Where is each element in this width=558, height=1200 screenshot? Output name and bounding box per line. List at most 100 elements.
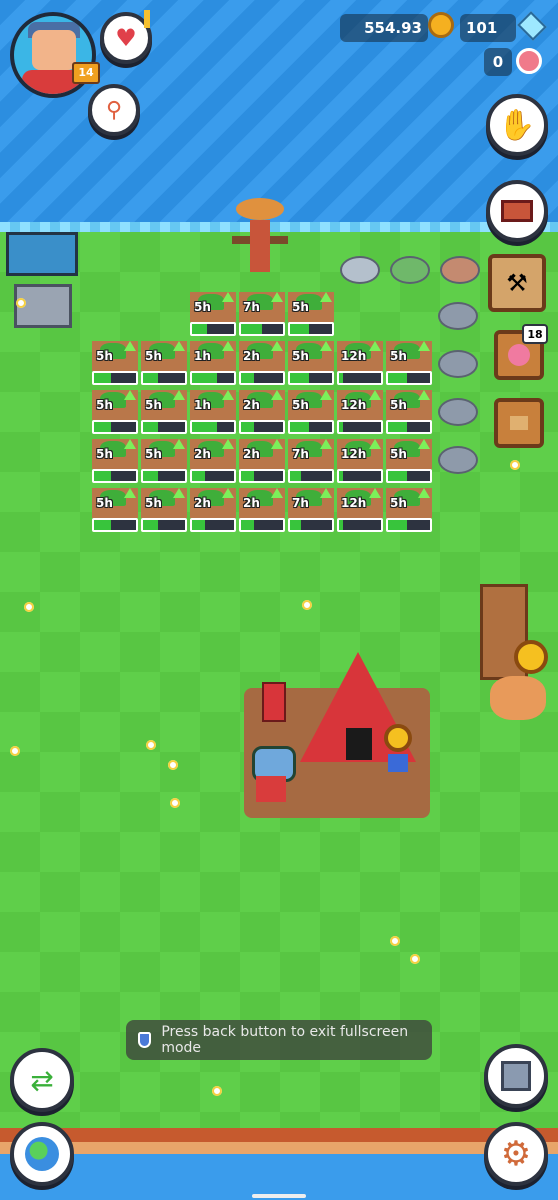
growth-arrow-icon — [222, 488, 234, 498]
stone-rock[interactable] — [438, 302, 478, 330]
water-well[interactable] — [6, 232, 78, 330]
crop-timer: 5h — [390, 349, 407, 363]
glove-button[interactable]: ✋ — [486, 94, 548, 156]
crop-plot[interactable]: 5h — [92, 341, 138, 387]
ore-rock[interactable] — [390, 256, 430, 284]
crop-plot[interactable]: 5h — [190, 292, 236, 338]
growth-arrow-icon — [320, 341, 332, 351]
crop-plot[interactable]: 5h — [141, 341, 187, 387]
flower-bush[interactable] — [490, 676, 546, 720]
crop-plot[interactable]: 2h — [190, 439, 236, 485]
crop-plot[interactable]: 5h — [386, 439, 432, 485]
player-body — [256, 776, 286, 802]
stone-rock[interactable] — [438, 350, 478, 378]
crop-plot[interactable]: 7h — [288, 439, 334, 485]
crop-timer: 7h — [292, 447, 309, 461]
scarecrow[interactable] — [232, 198, 288, 278]
crop-plot[interactable]: 5h — [386, 390, 432, 436]
toolbox-button[interactable] — [486, 180, 548, 242]
crop-plot[interactable]: 5h — [92, 488, 138, 534]
crop-plot[interactable]: 5h — [92, 390, 138, 436]
crop-plot[interactable]: 5h — [92, 439, 138, 485]
growth-arrow-icon — [271, 292, 283, 302]
growth-arrow-icon — [369, 390, 381, 400]
flower-icon — [516, 48, 542, 74]
growth-arrow-icon — [271, 488, 283, 498]
crop-plot[interactable]: 5h — [288, 341, 334, 387]
daisy-flower — [10, 746, 20, 756]
crop-plot[interactable]: 12h — [337, 390, 383, 436]
globe-icon — [25, 1137, 59, 1171]
growth-arrow-icon — [222, 341, 234, 351]
world-map-button[interactable] — [10, 1122, 74, 1186]
search-button[interactable]: ⚲ — [88, 84, 140, 136]
crop-plot[interactable]: 2h — [239, 390, 285, 436]
sunflower-head — [384, 724, 412, 752]
player-character[interactable] — [246, 746, 296, 804]
crop-plot[interactable]: 2h — [239, 488, 285, 534]
growth-arrow-icon — [124, 390, 136, 400]
crop-plot[interactable]: 5h — [141, 439, 187, 485]
growth-progress-bar — [141, 371, 187, 385]
crop-plot[interactable]: 5h — [288, 292, 334, 338]
crop-timer: 2h — [243, 447, 260, 461]
growth-progress-fill — [192, 471, 205, 481]
mailbox[interactable] — [262, 682, 286, 722]
trade-icon: ⇄ — [30, 1063, 54, 1097]
crop-plot[interactable]: 12h — [337, 341, 383, 387]
growth-progress-bar — [337, 518, 383, 532]
crop-plot[interactable]: 7h — [288, 488, 334, 534]
growth-progress-bar — [92, 518, 138, 532]
crop-plot[interactable]: 1h — [190, 341, 236, 387]
growth-progress-fill — [339, 520, 344, 530]
crop-plot[interactable]: 2h — [239, 341, 285, 387]
growth-progress-bar — [337, 371, 383, 385]
growth-progress-fill — [339, 471, 344, 481]
growth-arrow-icon — [320, 390, 332, 400]
growth-progress-fill — [192, 520, 205, 530]
crop-plot[interactable]: 7h — [239, 292, 285, 338]
settings-button[interactable]: ⚙ — [484, 1122, 548, 1186]
growth-progress-bar — [386, 469, 432, 483]
crop-plot[interactable]: 12h — [337, 439, 383, 485]
growth-progress-fill — [94, 373, 111, 383]
crop-plot[interactable]: 5h — [141, 488, 187, 534]
daisy-flower — [212, 1086, 222, 1096]
crop-plot[interactable]: 5h — [288, 390, 334, 436]
growth-arrow-icon — [222, 439, 234, 449]
crop-plot[interactable]: 5h — [386, 488, 432, 534]
crop-timer: 5h — [145, 447, 162, 461]
tent-door[interactable] — [346, 728, 372, 760]
stone-rock[interactable] — [438, 446, 478, 474]
ore-rock[interactable] — [340, 256, 380, 284]
storage-button[interactable] — [494, 398, 544, 448]
ore-rock[interactable] — [440, 256, 480, 284]
crop-timer: 2h — [243, 398, 260, 412]
alert-marker — [144, 10, 150, 28]
growth-progress-bar — [239, 420, 285, 434]
stone-rock[interactable] — [438, 398, 478, 426]
sunflower[interactable] — [514, 640, 548, 674]
daisy-flower — [510, 460, 520, 470]
crop-plot[interactable]: 5h — [141, 390, 187, 436]
growth-progress-fill — [339, 422, 344, 432]
player-level-badge: 14 — [72, 62, 100, 84]
sunflower-pot[interactable] — [380, 724, 416, 774]
trade-button[interactable]: ⇄ — [10, 1048, 74, 1112]
growth-progress-fill — [241, 373, 254, 383]
navigation-handle[interactable] — [252, 1194, 306, 1198]
crop-plot[interactable]: 5h — [386, 341, 432, 387]
growth-progress-fill — [290, 324, 309, 334]
growth-progress-bar — [92, 371, 138, 385]
crop-timer: 7h — [243, 300, 260, 314]
growth-progress-fill — [94, 520, 111, 530]
save-button[interactable] — [484, 1044, 548, 1108]
crop-plot[interactable]: 2h — [239, 439, 285, 485]
crop-timer: 5h — [96, 447, 113, 461]
crop-plot[interactable]: 12h — [337, 488, 383, 534]
crop-plot[interactable]: 2h — [190, 488, 236, 534]
daisy-flower — [410, 954, 420, 964]
crafting-button[interactable]: ⚒ — [488, 254, 546, 312]
crop-plot[interactable]: 1h — [190, 390, 236, 436]
player-avatar[interactable] — [10, 12, 96, 98]
